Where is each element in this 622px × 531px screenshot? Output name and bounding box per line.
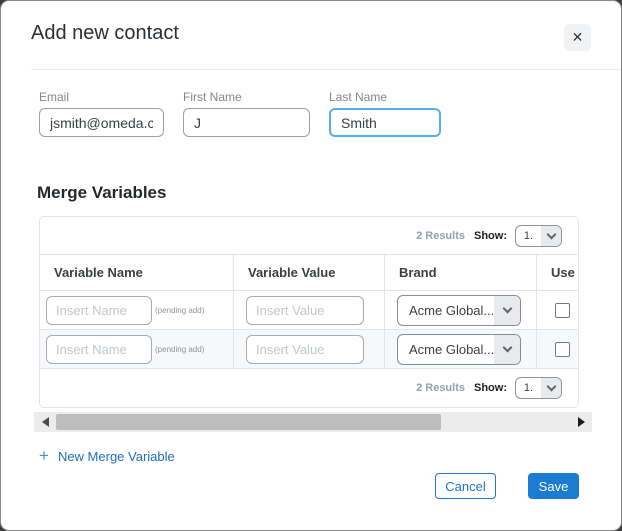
last-name-label: Last Name — [329, 90, 441, 104]
show-label: Show: — [474, 230, 507, 242]
last-name-field-group: Last Name — [329, 90, 441, 137]
col-brand: Brand — [385, 255, 537, 290]
header-divider — [31, 69, 621, 70]
scrollbar-track[interactable] — [49, 412, 578, 432]
first-name-input[interactable] — [183, 108, 310, 137]
merge-variables-heading: Merge Variables — [37, 183, 621, 203]
close-button[interactable]: ✕ — [564, 24, 591, 51]
cancel-button[interactable]: Cancel — [435, 473, 496, 499]
pending-add-note: (pending add) — [155, 345, 204, 354]
variable-value-input[interactable] — [246, 296, 364, 325]
chevron-down-icon — [541, 378, 561, 398]
close-icon: ✕ — [572, 29, 584, 46]
first-name-field-group: First Name — [183, 90, 310, 137]
table-row: (pending add) Acme Global... — [40, 291, 578, 330]
brand-select-value: Acme Global... — [398, 303, 494, 318]
variable-value-input[interactable] — [246, 335, 364, 364]
use-default-checkbox[interactable] — [555, 342, 570, 357]
pagination-bar-bottom: 2 Results Show: 1. — [40, 369, 578, 407]
page-size-select[interactable]: 1. — [515, 225, 562, 247]
page-size-value: 1. — [516, 230, 541, 242]
variable-name-input[interactable] — [46, 335, 152, 364]
results-count: 2 Results — [416, 230, 465, 242]
add-contact-modal: Add new contact ✕ Email First Name Last … — [0, 0, 622, 531]
page-size-value: 1. — [516, 382, 541, 394]
col-use-default: Use Def — [537, 255, 578, 290]
chevron-down-icon — [541, 226, 561, 246]
scrollbar-thumb[interactable] — [56, 414, 441, 430]
col-variable-value: Variable Value — [234, 255, 385, 290]
modal-header: Add new contact ✕ — [1, 1, 621, 69]
email-field-group: Email — [39, 90, 164, 137]
table-row: (pending add) Acme Global... — [40, 330, 578, 369]
merge-variables-panel: 2 Results Show: 1. Variable Name Variabl… — [39, 216, 579, 408]
show-label: Show: — [474, 382, 507, 394]
email-input[interactable] — [39, 108, 164, 137]
brand-select[interactable]: Acme Global... — [397, 295, 521, 326]
brand-select-value: Acme Global... — [398, 342, 494, 357]
new-merge-variable-link[interactable]: + New Merge Variable — [39, 446, 175, 466]
use-default-checkbox[interactable] — [555, 303, 570, 318]
table-header-row: Variable Name Variable Value Brand Use D… — [40, 255, 578, 291]
chevron-down-icon — [494, 296, 520, 325]
last-name-input[interactable] — [329, 108, 441, 137]
pending-add-note: (pending add) — [155, 306, 204, 315]
first-name-label: First Name — [183, 90, 310, 104]
plus-icon: + — [39, 446, 49, 466]
chevron-down-icon — [494, 335, 520, 364]
modal-footer: Cancel Save — [435, 473, 579, 499]
email-label: Email — [39, 90, 164, 104]
scroll-right-icon[interactable] — [578, 417, 585, 427]
modal-title: Add new contact — [31, 22, 179, 45]
results-count: 2 Results — [416, 382, 465, 394]
pagination-bar-top: 2 Results Show: 1. — [40, 217, 578, 255]
brand-select[interactable]: Acme Global... — [397, 334, 521, 365]
page-size-select[interactable]: 1. — [515, 377, 562, 399]
horizontal-scrollbar[interactable] — [34, 412, 592, 432]
table-clip: Variable Name Variable Value Brand Use D… — [40, 255, 578, 369]
scroll-left-icon[interactable] — [42, 417, 49, 427]
new-merge-variable-label: New Merge Variable — [58, 449, 175, 464]
merge-variables-table: Variable Name Variable Value Brand Use D… — [40, 255, 578, 369]
variable-name-input[interactable] — [46, 296, 152, 325]
col-variable-name: Variable Name — [40, 255, 234, 290]
save-button[interactable]: Save — [528, 473, 579, 499]
contact-fields: Email First Name Last Name — [39, 90, 621, 137]
